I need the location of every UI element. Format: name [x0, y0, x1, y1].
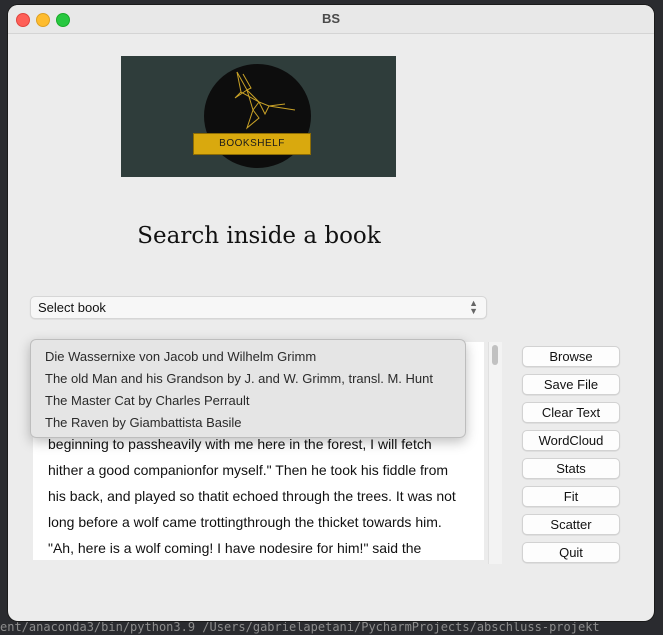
- dropdown-option[interactable]: The Raven by Giambattista Basile: [45, 415, 242, 430]
- bookshelf-logo: BOOKSHELF: [121, 56, 396, 177]
- fit-button[interactable]: Fit: [522, 486, 620, 507]
- text-line: "Ah, here is a wolf coming! I have nodes…: [48, 540, 422, 556]
- scatter-button[interactable]: Scatter: [522, 514, 620, 535]
- dropdown-option[interactable]: Die Wassernixe von Jacob und Wilhelm Gri…: [45, 349, 316, 364]
- background-terminal-text: ent/anaconda3/bin/python3.9 /Users/gabri…: [0, 620, 600, 634]
- window-title: BS: [321, 11, 341, 26]
- app-window: BS BOOKSHELF Search inside a book Select…: [8, 5, 654, 621]
- text-line: hither a good companionfor myself." Then…: [48, 462, 449, 478]
- scrollbar-thumb[interactable]: [492, 345, 498, 365]
- wordcloud-button[interactable]: WordCloud: [522, 430, 620, 451]
- page-heading: Search inside a book: [137, 223, 381, 249]
- clear-text-button[interactable]: Clear Text: [522, 402, 620, 423]
- hummingbird-icon: [234, 71, 296, 130]
- book-dropdown-menu: Die Wassernixe von Jacob und Wilhelm Gri…: [30, 339, 466, 438]
- logo-banner: BOOKSHELF: [193, 133, 311, 155]
- dropdown-option[interactable]: The old Man and his Grandson by J. and W…: [45, 371, 433, 386]
- book-text-content: beginning to passheavily with me here in…: [48, 431, 468, 560]
- quit-button[interactable]: Quit: [522, 542, 620, 563]
- stats-button[interactable]: Stats: [522, 458, 620, 479]
- updown-chevron-icon: ▲ ▼: [469, 298, 478, 316]
- save-file-button[interactable]: Save File: [522, 374, 620, 395]
- text-scrollbar[interactable]: [488, 342, 502, 564]
- text-line: his back, and played so thatit echoed th…: [48, 488, 456, 504]
- book-select[interactable]: Select book ▲ ▼: [30, 296, 487, 319]
- book-select-value: Select book: [38, 300, 106, 315]
- title-bar: BS: [8, 5, 654, 34]
- dropdown-option[interactable]: The Master Cat by Charles Perrault: [45, 393, 249, 408]
- browse-button[interactable]: Browse: [522, 346, 620, 367]
- text-line: long before a wolf came trottingthrough …: [48, 514, 442, 530]
